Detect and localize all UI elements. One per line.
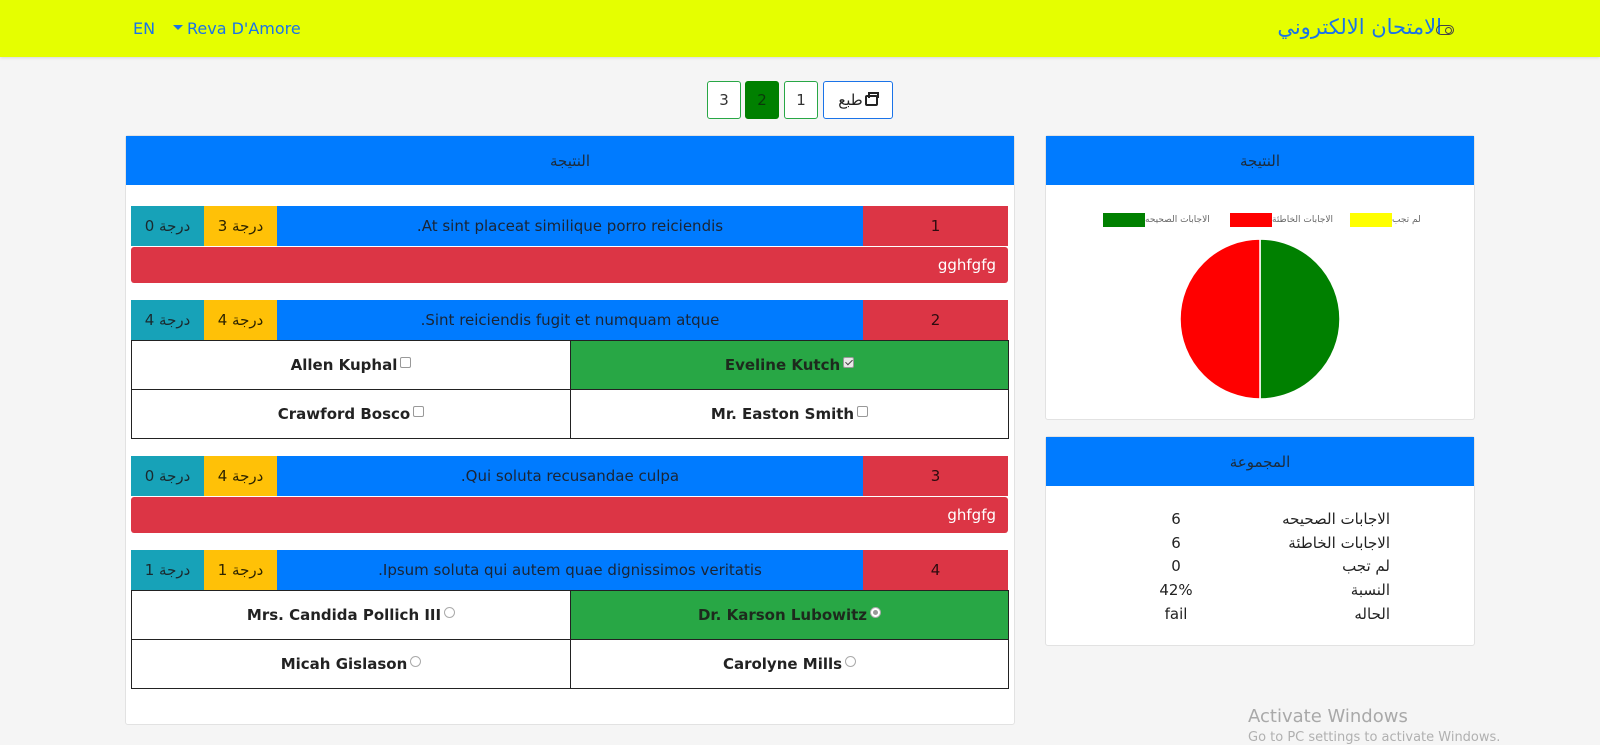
question-row: 4 درجة 4 درجة .Sint reiciendis fugit et … (131, 300, 1008, 340)
summary-label: لم تجب (1342, 557, 1390, 575)
question-total: 0 درجة (131, 206, 204, 246)
question-row: 0 درجة 3 درجة .At sint placeat similique… (131, 206, 1008, 246)
summary-label: الاجابات الخاطئة (1288, 534, 1390, 552)
legend-swatch (1103, 213, 1145, 227)
option-crawford-bosco: Crawford Bosco (131, 389, 571, 439)
summary-row-unanswered: 0 لم تجب (1046, 557, 1426, 579)
chart-card-title: النتيجة (1046, 136, 1474, 185)
activate-windows-subtitle: Go to PC settings to activate Windows. (1248, 730, 1501, 745)
print-button[interactable]: طبع (823, 81, 893, 119)
summary-card-title: المجموعة (1046, 437, 1474, 486)
option-label: Mrs. Candida Pollich III (246, 606, 442, 624)
top-navbar: EN Reva D'Amore الامتحان الالكتروني (0, 0, 1600, 57)
option-label: Eveline Kutch (724, 356, 841, 374)
question-text: .Ipsum soluta qui autem quae dignissimos… (277, 550, 863, 590)
question-text: .Sint reiciendis fugit et numquam atque (277, 300, 863, 340)
radio-icon (410, 655, 422, 667)
summary-row-percentage: 42% النسبة (1046, 581, 1426, 603)
question-total: 4 درجة (131, 300, 204, 340)
legend-swatch (1230, 213, 1272, 227)
question-text: .At sint placeat similique porro reicien… (277, 206, 863, 246)
radio-icon (845, 655, 857, 667)
checkbox-icon (400, 356, 412, 368)
radio-icon (444, 606, 456, 618)
question-number: 3 (863, 456, 1008, 496)
option-label: Crawford Bosco (277, 405, 411, 423)
page-button-3[interactable]: 3 (707, 81, 741, 119)
activate-windows-title: Activate Windows (1248, 706, 1408, 727)
question-total: 0 درجة (131, 456, 204, 496)
option-eveline-kutch: Eveline Kutch (570, 340, 1009, 390)
option-candida-pollich: Mrs. Candida Pollich III (131, 590, 571, 640)
radio-selected-icon (870, 606, 882, 618)
checkbox-icon (413, 405, 425, 417)
option-easton-smith: Mr. Easton Smith (570, 389, 1009, 439)
summary-value: 42% (1159, 581, 1193, 599)
summary-row-wrong: 6 الاجابات الخاطئة (1046, 534, 1426, 556)
summary-row-correct: 6 الاجابات الصحيحه (1046, 510, 1426, 532)
option-micah-gislason: Micah Gislason (131, 639, 571, 689)
option-label: Carolyne Mills (722, 655, 843, 673)
user-menu[interactable]: Reva D'Amore (173, 19, 301, 38)
language-switch[interactable]: EN (133, 19, 155, 38)
question-text: .Qui soluta recusandae culpa (277, 456, 863, 496)
brand-title[interactable]: الامتحان الالكتروني (1277, 15, 1442, 39)
results-card: النتيجة 0 درجة 3 درجة .At sint placeat s… (125, 135, 1015, 725)
question-row: 1 درجة 1 درجة .Ipsum soluta qui autem qu… (131, 550, 1008, 590)
question-score: 4 درجة (204, 300, 277, 340)
pie-slice-1[interactable] (1179, 238, 1261, 400)
summary-label: الحاله (1354, 605, 1390, 623)
summary-value: 6 (1171, 510, 1181, 528)
text-answer: gghfgfg (131, 247, 1008, 283)
question-score: 3 درجة (204, 206, 277, 246)
option-carolyne-mills: Carolyne Mills (570, 639, 1009, 689)
summary-label: الاجابات الصحيحه (1282, 510, 1390, 528)
page-button-1[interactable]: 1 (784, 81, 818, 119)
toggle-icon[interactable] (1436, 25, 1454, 35)
checkbox-icon (857, 405, 869, 417)
question-row: 0 درجة 4 درجة .Qui soluta recusandae cul… (131, 456, 1008, 496)
legend-label: لم تجب (1392, 215, 1421, 225)
legend-label: الاجابات الصحيحه (1145, 215, 1210, 225)
question-total: 1 درجة (131, 550, 204, 590)
results-card-title: النتيجة (126, 136, 1014, 185)
option-label: Allen Kuphal (290, 356, 398, 374)
question-number: 4 (863, 550, 1008, 590)
user-name: Reva D'Amore (187, 19, 301, 38)
question-number: 2 (863, 300, 1008, 340)
legend-correct[interactable]: الاجابات الصحيحه (1098, 213, 1210, 227)
legend-unanswered[interactable]: لم تجب (1345, 213, 1421, 227)
page-button-2[interactable]: 2 (745, 81, 779, 119)
option-label: Mr. Easton Smith (710, 405, 855, 423)
question-score: 1 درجة (204, 550, 277, 590)
question-score: 4 درجة (204, 456, 277, 496)
checkbox-checked-icon (843, 356, 855, 368)
option-karson-lubowitz: Dr. Karson Lubowitz (570, 590, 1009, 640)
summary-value: fail (1164, 605, 1188, 623)
option-label: Dr. Karson Lubowitz (697, 606, 868, 624)
legend-swatch (1350, 213, 1392, 227)
legend-wrong[interactable]: الاجابات الخاطئة (1225, 213, 1333, 227)
legend-label: الاجابات الخاطئة (1272, 215, 1334, 225)
summary-label: النسبة (1350, 581, 1390, 599)
print-label: طبع (838, 91, 863, 109)
pie-slice-0[interactable] (1259, 238, 1341, 400)
summary-row-status: fail الحاله (1046, 605, 1426, 627)
option-label: Micah Gislason (280, 655, 408, 673)
text-answer: ghfgfg (131, 497, 1008, 533)
summary-value: 0 (1171, 557, 1181, 575)
result-pie-chart (1179, 238, 1341, 400)
question-number: 1 (863, 206, 1008, 246)
summary-value: 6 (1171, 534, 1181, 552)
printer-icon (864, 91, 879, 106)
caret-down-icon (173, 25, 183, 30)
option-allen-kuphal: Allen Kuphal (131, 340, 571, 390)
